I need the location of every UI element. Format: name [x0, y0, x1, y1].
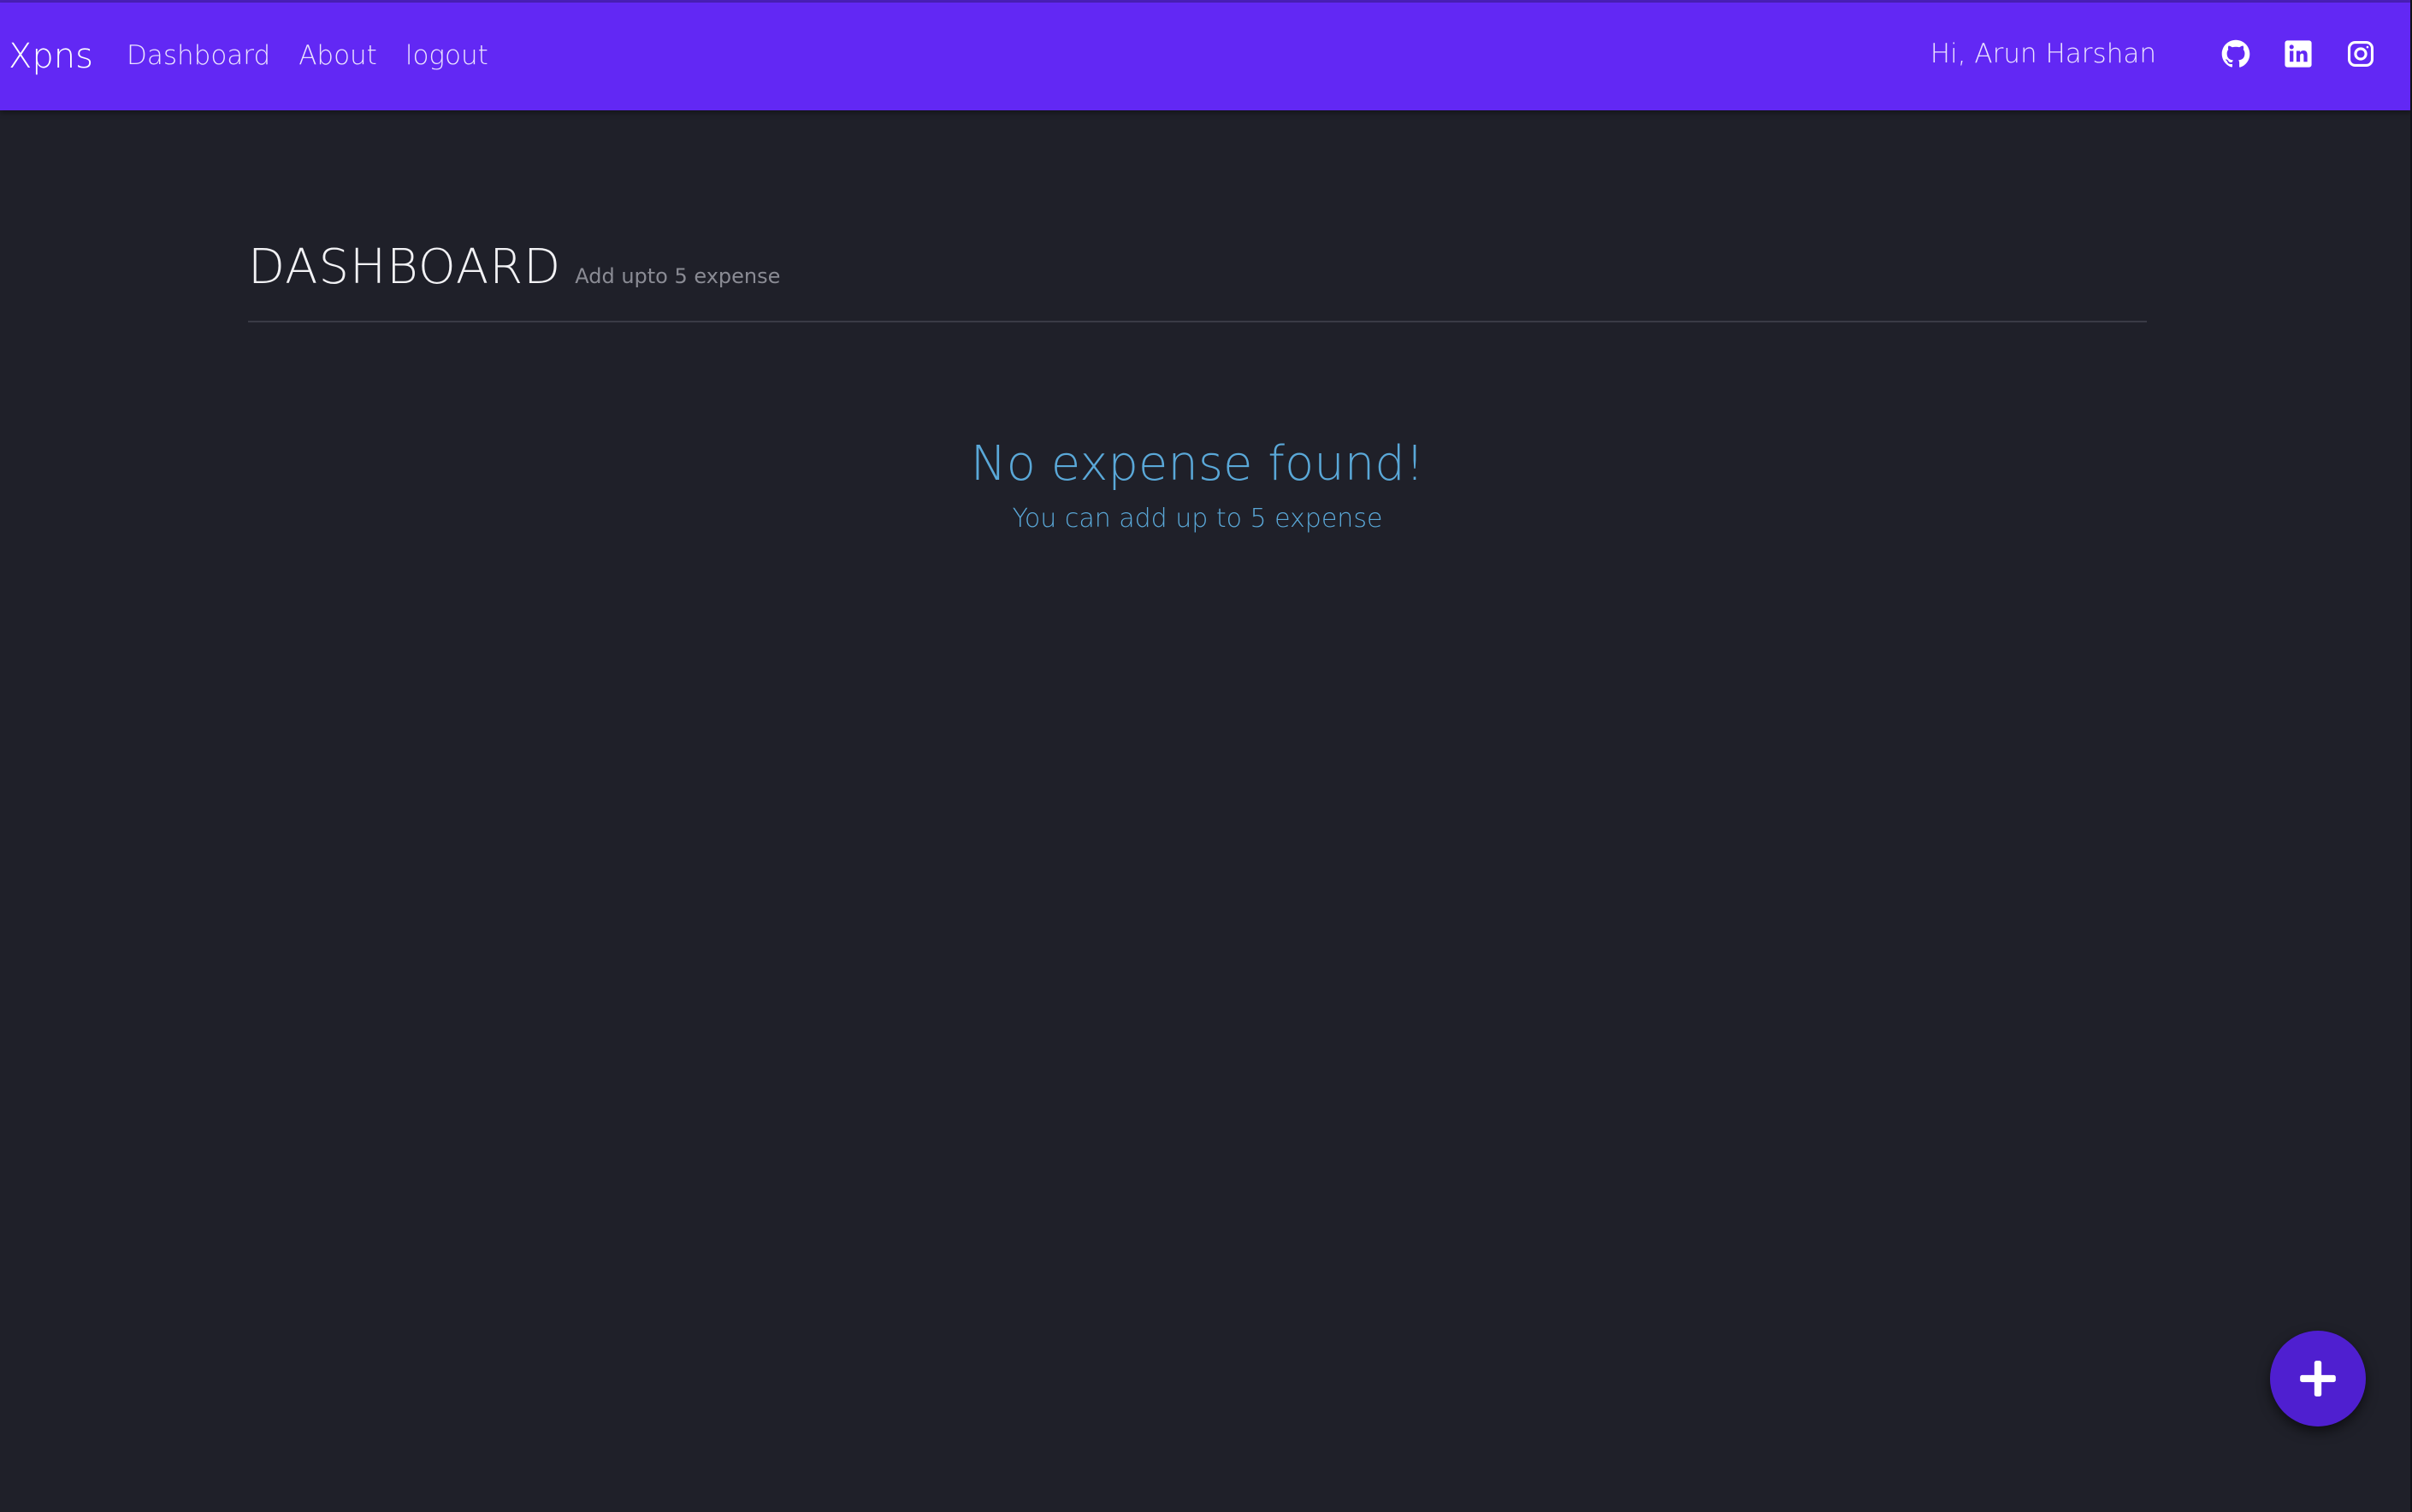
dashboard-content: DASHBOARD Add upto 5 expense — [248, 239, 2147, 322]
add-expense-button[interactable] — [2270, 1331, 2366, 1426]
nav-link-logout[interactable]: logout — [405, 40, 488, 71]
github-icon[interactable] — [2219, 37, 2253, 71]
empty-state-message: You can add up to 5 expense — [1012, 504, 1383, 534]
page-header: DASHBOARD Add upto 5 expense — [248, 239, 2147, 322]
user-greeting: Hi, Arun Harshan — [1930, 38, 2156, 69]
nav-link-about[interactable]: About — [299, 40, 377, 71]
page-subtitle: Add upto 5 expense — [575, 264, 781, 288]
nav-links: Dashboard About logout — [127, 40, 517, 71]
nav-link-dashboard[interactable]: Dashboard — [127, 40, 270, 71]
brand-logo[interactable]: Xpns — [9, 37, 93, 76]
instagram-icon[interactable] — [2344, 37, 2378, 71]
empty-state-title: No expense found! — [970, 436, 1425, 492]
linkedin-icon[interactable] — [2281, 37, 2315, 71]
nav-right: Hi, Arun Harshan — [1930, 37, 2378, 71]
page-title: DASHBOARD — [248, 239, 562, 295]
app-root: Xpns Dashboard About logout Hi, Arun Har… — [0, 0, 2412, 1512]
plus-icon — [2300, 1361, 2336, 1397]
empty-state: No expense found! You can add up to 5 ex… — [0, 436, 2395, 534]
navbar: Xpns Dashboard About logout Hi, Arun Har… — [0, 3, 2412, 110]
